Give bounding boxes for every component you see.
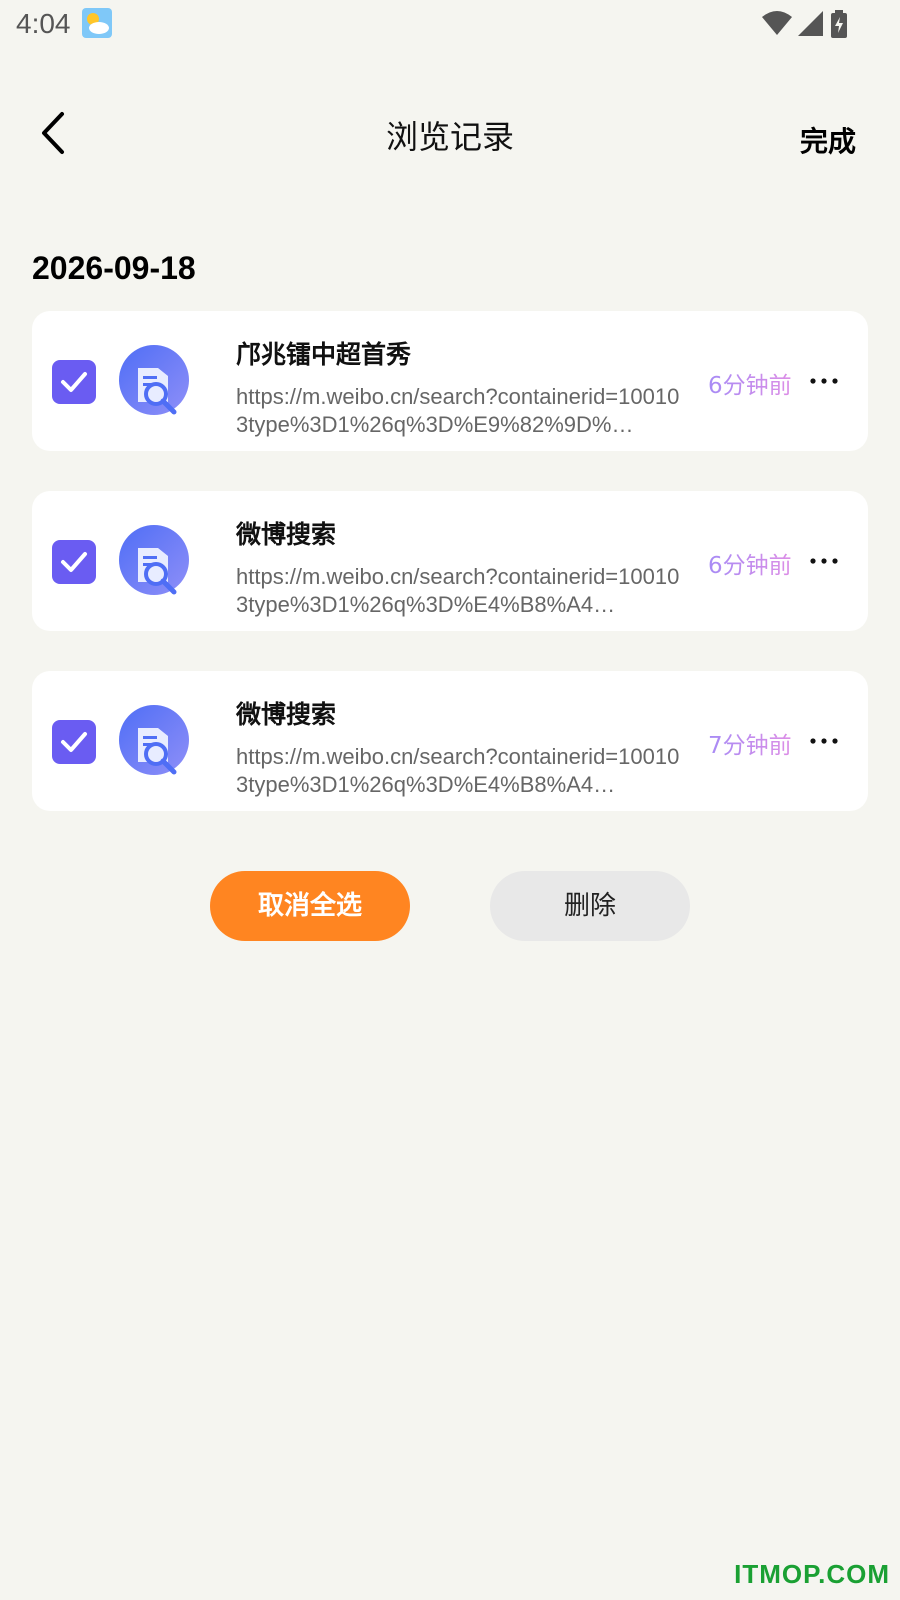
item-checkbox[interactable]: [52, 720, 96, 764]
document-search-icon: [118, 344, 194, 420]
item-time: 6分钟前: [708, 546, 792, 580]
item-url: https://m.weibo.cn/search?containerid=10…: [236, 564, 680, 617]
checkmark-icon: [61, 732, 87, 752]
status-icons: [762, 10, 848, 42]
item-checkbox[interactable]: [52, 540, 96, 584]
chevron-left-icon: [42, 112, 64, 154]
item-time: 6分钟前: [708, 366, 792, 400]
document-search-icon: [118, 524, 194, 600]
history-item[interactable]: 微博搜索 https://m.weibo.cn/search?container…: [32, 491, 868, 631]
item-checkbox[interactable]: [52, 360, 96, 404]
history-item[interactable]: 邝兆镭中超首秀 https://m.weibo.cn/search?contai…: [32, 311, 868, 451]
battery-charging-icon: [830, 10, 848, 42]
item-url: https://m.weibo.cn/search?containerid=10…: [236, 744, 680, 797]
item-time: 7分钟前: [708, 726, 792, 760]
checkmark-icon: [61, 552, 87, 572]
status-bar: 4:04: [0, 0, 900, 48]
page-title: 浏览记录: [385, 118, 514, 156]
partly-cloudy-icon: [82, 8, 112, 38]
more-dots-icon: [810, 378, 838, 384]
more-options-button[interactable]: [806, 541, 842, 581]
checkmark-icon: [61, 372, 87, 392]
more-dots-icon: [810, 738, 838, 744]
deselect-all-button[interactable]: 取消全选: [210, 871, 410, 941]
more-options-button[interactable]: [806, 361, 842, 401]
more-dots-icon: [810, 558, 838, 564]
signal-icon: [798, 11, 824, 41]
document-search-icon: [118, 704, 194, 780]
item-title: 邝兆镭中超首秀: [236, 340, 412, 369]
item-url: https://m.weibo.cn/search?containerid=10…: [236, 384, 680, 437]
delete-button[interactable]: 删除: [490, 871, 690, 941]
wifi-icon: [762, 11, 792, 41]
status-time: 4:04: [16, 8, 71, 39]
item-title: 微博搜索: [236, 520, 337, 549]
more-options-button[interactable]: [806, 721, 842, 761]
history-item[interactable]: 微博搜索 https://m.weibo.cn/search?container…: [32, 671, 868, 811]
done-button[interactable]: 完成: [800, 120, 856, 160]
history-list: 邝兆镭中超首秀 https://m.weibo.cn/search?contai…: [32, 311, 868, 851]
back-button[interactable]: [34, 108, 74, 158]
date-group-header: 2026-09-18: [32, 250, 196, 286]
item-title: 微博搜索: [236, 700, 337, 729]
watermark-logo: ITMOP.COM: [734, 1559, 890, 1589]
